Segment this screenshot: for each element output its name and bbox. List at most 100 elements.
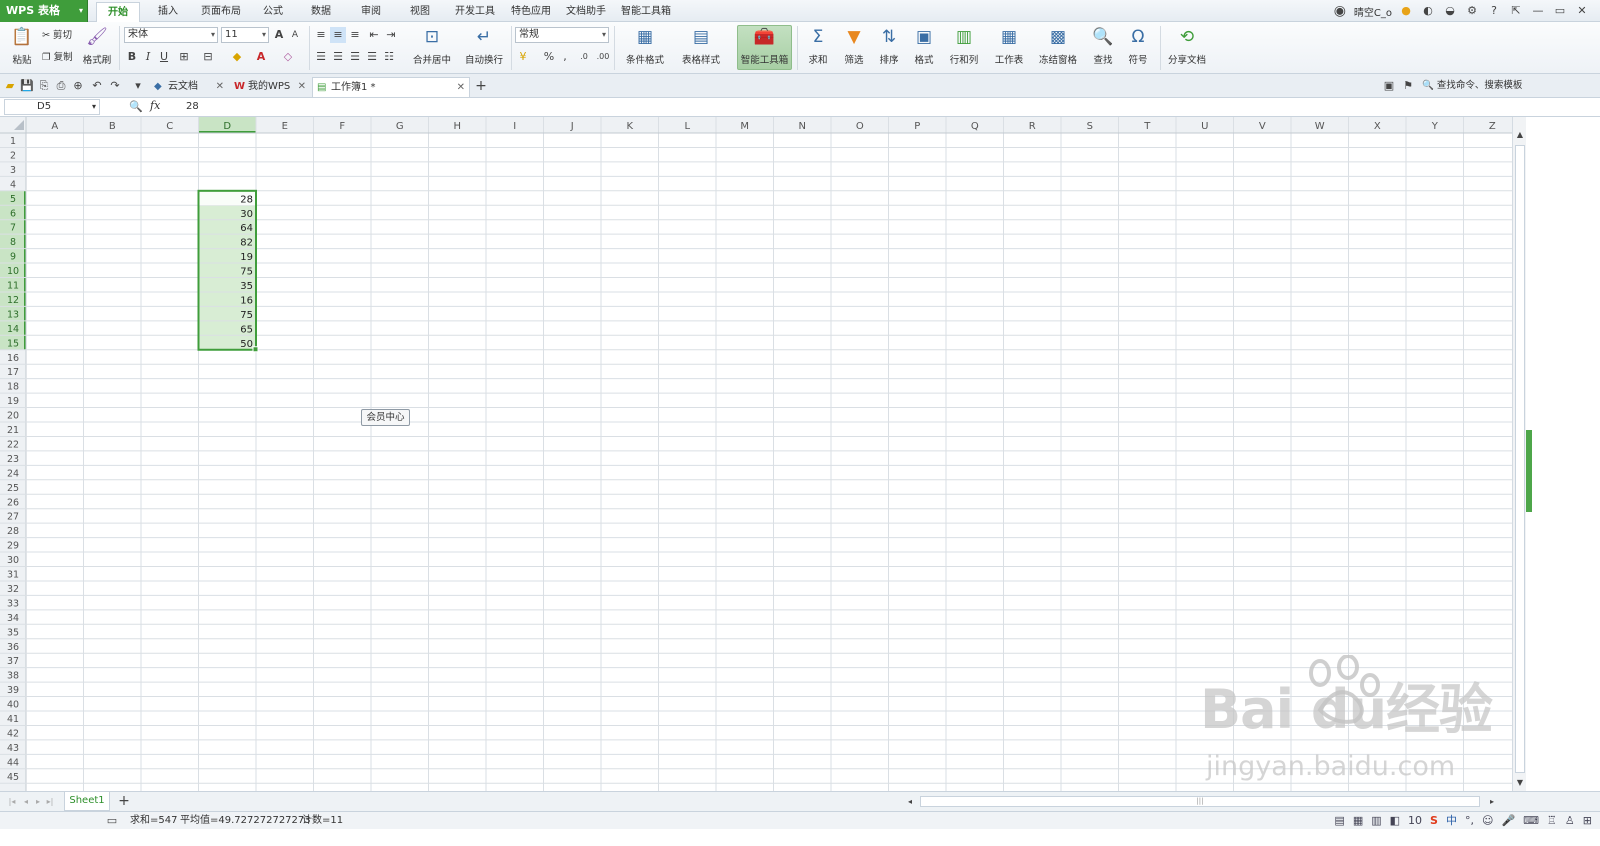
indent-decrease-icon[interactable]: ⇤ xyxy=(366,27,382,43)
close-icon[interactable]: ✕ xyxy=(216,77,224,97)
search-commands[interactable]: 🔍 查找命令、搜索模板 xyxy=(1422,78,1522,94)
fx-icon[interactable]: fx xyxy=(150,99,160,112)
horizontal-scroll-thumb[interactable]: ||| xyxy=(920,796,1480,807)
macro-icon[interactable]: ▭ xyxy=(104,813,120,829)
keyboard-icon[interactable]: ⌨ xyxy=(1523,812,1539,830)
eye-protect-icon[interactable]: ◧ xyxy=(1390,812,1400,830)
row-header-40[interactable]: 40 xyxy=(7,700,19,711)
side-panel-handle[interactable] xyxy=(1526,430,1532,512)
tab-special-apps[interactable]: 特色应用 xyxy=(506,2,556,22)
row-header-43[interactable]: 43 xyxy=(7,743,19,754)
skin-icon[interactable]: ♖ xyxy=(1547,812,1557,830)
column-header-E[interactable]: E xyxy=(282,121,288,132)
column-header-W[interactable]: W xyxy=(1315,121,1325,132)
merge-style-icon[interactable]: ⊟ xyxy=(200,49,216,65)
row-header-3[interactable]: 3 xyxy=(10,165,16,176)
scroll-right-icon[interactable]: ▸ xyxy=(1484,794,1500,810)
cell-D9[interactable]: 19 xyxy=(240,252,253,263)
reading-mode-icon[interactable]: ▥ xyxy=(1371,812,1381,830)
column-header-K[interactable]: K xyxy=(626,121,633,132)
symbol-button[interactable]: Ω 符号 xyxy=(1121,26,1155,66)
print-preview-icon[interactable]: ⊕ xyxy=(70,78,86,94)
open-icon[interactable]: ▰ xyxy=(2,78,18,94)
row-header-39[interactable]: 39 xyxy=(7,685,19,696)
column-header-X[interactable]: X xyxy=(1374,121,1381,132)
scroll-left-icon[interactable]: ◂ xyxy=(902,794,918,810)
row-header-22[interactable]: 22 xyxy=(7,439,19,450)
percent-icon[interactable]: % xyxy=(541,49,557,65)
tab-data[interactable]: 数据 xyxy=(302,2,340,22)
underline-icon[interactable]: U xyxy=(156,49,172,65)
row-header-37[interactable]: 37 xyxy=(7,656,19,667)
page-break-view-icon[interactable]: ▦ xyxy=(1353,812,1363,830)
name-box[interactable]: D5 xyxy=(4,99,100,115)
column-header-R[interactable]: R xyxy=(1029,121,1036,132)
row-header-7[interactable]: 7 xyxy=(10,223,16,234)
row-col-button[interactable]: ▥ 行和列 xyxy=(943,26,985,66)
formula-input[interactable]: 28 xyxy=(186,99,199,115)
column-header-J[interactable]: J xyxy=(570,121,574,132)
new-tab-icon[interactable]: + xyxy=(473,78,489,94)
distributed-icon[interactable]: ☷ xyxy=(381,49,397,65)
row-header-41[interactable]: 41 xyxy=(7,714,19,725)
sum-button[interactable]: Σ 求和 xyxy=(801,26,835,66)
mic-icon[interactable]: 🎤 xyxy=(1501,812,1515,830)
restore-ribbon-icon[interactable]: ⇱ xyxy=(1508,3,1524,19)
column-header-S[interactable]: S xyxy=(1087,121,1093,132)
row-header-34[interactable]: 34 xyxy=(7,613,19,624)
cell-D10[interactable]: 75 xyxy=(240,267,253,278)
close-icon[interactable]: ✕ xyxy=(457,78,465,98)
row-header-14[interactable]: 14 xyxy=(7,324,19,335)
avatar-icon[interactable]: ◉ xyxy=(1332,3,1348,19)
grow-font-icon[interactable]: A xyxy=(271,27,287,43)
tab-developer[interactable]: 开发工具 xyxy=(450,2,500,22)
font-color-icon[interactable]: A xyxy=(253,49,269,65)
column-header-H[interactable]: H xyxy=(453,121,461,132)
column-header-I[interactable]: I xyxy=(513,121,516,132)
align-top-icon[interactable]: ≡ xyxy=(313,27,329,43)
row-header-5[interactable]: 5 xyxy=(10,194,16,205)
row-header-36[interactable]: 36 xyxy=(7,642,19,653)
scroll-down-icon[interactable]: ▼ xyxy=(1512,775,1528,791)
column-header-L[interactable]: L xyxy=(684,121,690,132)
row-header-38[interactable]: 38 xyxy=(7,671,19,682)
zoom-icon[interactable]: 🔍 xyxy=(128,99,144,115)
tab-formula[interactable]: 公式 xyxy=(254,2,292,22)
font-name-select[interactable]: 宋体 xyxy=(124,27,218,43)
bold-icon[interactable]: B xyxy=(124,49,140,65)
normal-view-icon[interactable]: ▤ xyxy=(1334,812,1344,830)
tab-smart-toolbox[interactable]: 智能工具箱 xyxy=(617,2,675,22)
row-header-25[interactable]: 25 xyxy=(7,483,19,494)
row-header-44[interactable]: 44 xyxy=(7,757,19,768)
grid-canvas[interactable]: A B C D E F G H I J K L M N O P Q R S T U V W X Y Z12345678910111… xyxy=(0,117,1512,791)
column-header-Y[interactable]: Y xyxy=(1431,121,1439,132)
doc-tab-cloud[interactable]: ◆ 云文档 ✕ xyxy=(150,77,228,97)
sheet-tab-sheet1[interactable]: Sheet1 xyxy=(64,792,110,811)
tab-doc-assistant[interactable]: 文档助手 xyxy=(561,2,611,22)
row-header-24[interactable]: 24 xyxy=(7,468,19,479)
row-header-6[interactable]: 6 xyxy=(10,208,16,219)
smart-toolbox-button[interactable]: 🧰 智能工具箱 xyxy=(737,26,792,66)
row-header-11[interactable]: 11 xyxy=(7,281,19,292)
align-middle-icon[interactable]: ≡ xyxy=(330,27,346,43)
print-icon[interactable]: ⎙ xyxy=(53,78,69,94)
export-pdf-icon[interactable]: ⎘ xyxy=(36,78,52,94)
column-header-F[interactable]: F xyxy=(339,121,345,132)
row-header-9[interactable]: 9 xyxy=(10,252,16,263)
wrap-text-button[interactable]: ↵ 自动换行 xyxy=(460,26,508,66)
fill-color-icon[interactable]: ◆ xyxy=(229,49,245,65)
italic-icon[interactable]: I xyxy=(140,49,156,65)
help-icon[interactable]: ? xyxy=(1486,3,1502,19)
coin-icon[interactable]: ● xyxy=(1398,3,1414,19)
copy-button[interactable]: ❐ 复制 xyxy=(42,50,73,66)
scroll-up-icon[interactable]: ▲ xyxy=(1512,127,1528,143)
pin-icon[interactable]: ⚑ xyxy=(1400,78,1416,94)
paste-button[interactable]: 📋 粘贴 xyxy=(6,26,38,66)
border-icon[interactable]: ⊞ xyxy=(176,49,192,65)
maximize-icon[interactable]: ▭ xyxy=(1552,3,1568,19)
row-header-16[interactable]: 16 xyxy=(7,353,19,364)
row-header-45[interactable]: 45 xyxy=(7,772,19,783)
cell-D11[interactable]: 35 xyxy=(240,281,253,292)
row-header-30[interactable]: 30 xyxy=(7,555,19,566)
zoom-level[interactable]: 10 xyxy=(1408,812,1422,830)
